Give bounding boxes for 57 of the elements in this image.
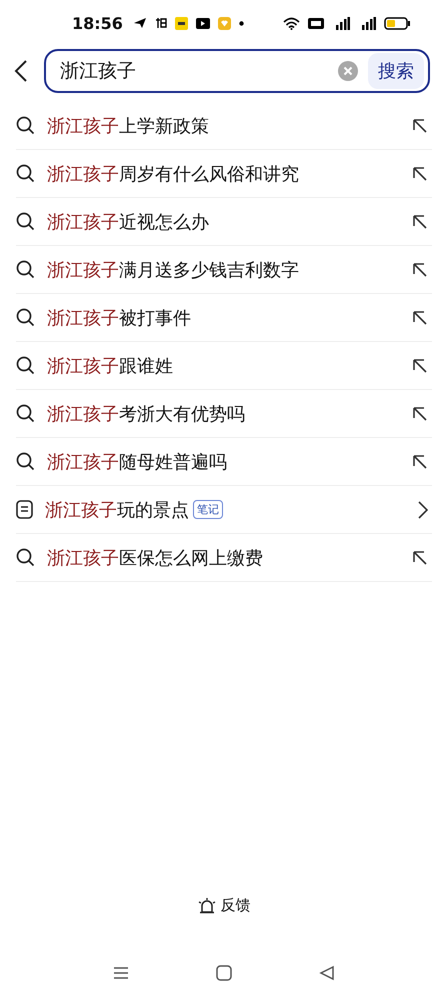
- suggestion-item[interactable]: 浙江孩子周岁有什么风俗和讲究: [16, 150, 432, 198]
- send-icon: [132, 17, 147, 29]
- search-icon: [16, 356, 35, 375]
- search-icon: [16, 308, 35, 327]
- feedback-icon[interactable]: [198, 896, 216, 914]
- status-time: 18:56: [72, 14, 123, 32]
- search-icon: [16, 116, 35, 135]
- suggestion-item[interactable]: 浙江孩子医保怎么网上缴费: [16, 534, 432, 582]
- suggestion-item[interactable]: 浙江孩子近视怎么办: [16, 198, 432, 246]
- dot-icon: [238, 20, 244, 26]
- suggestion-item[interactable]: 浙江孩子满月送多少钱吉利数字: [16, 246, 432, 294]
- fill-in-arrow-icon[interactable]: [412, 214, 428, 230]
- suggestion-text: 浙江孩子满月送多少钱吉利数字: [47, 258, 299, 282]
- suggestion-item[interactable]: 浙江孩子上学新政策: [16, 102, 432, 150]
- fill-in-arrow-icon[interactable]: [412, 310, 428, 326]
- suggestion-text: 浙江孩子跟谁姓: [47, 354, 173, 378]
- suggestion-item[interactable]: 浙江孩子被打事件: [16, 294, 432, 342]
- fill-in-arrow-icon[interactable]: [412, 166, 428, 182]
- note-icon: [16, 500, 33, 519]
- search-icon: [16, 164, 35, 183]
- wifi-icon: [283, 16, 300, 30]
- fill-in-arrow-icon[interactable]: [412, 454, 428, 470]
- battery-icon: [384, 16, 410, 30]
- suggestion-item[interactable]: 浙江孩子玩的景点 笔记: [16, 486, 432, 534]
- suggestion-text: 浙江孩子上学新政策: [47, 114, 209, 138]
- search-icon: [16, 260, 35, 279]
- suggestion-text: 浙江孩子周岁有什么风俗和讲究: [47, 162, 299, 186]
- back-icon[interactable]: [14, 60, 28, 82]
- fill-in-arrow-icon[interactable]: [412, 358, 428, 374]
- app-icon: [154, 17, 167, 29]
- search-icon: [16, 212, 35, 231]
- app-icon: [174, 16, 188, 30]
- fill-in-arrow-icon[interactable]: [412, 118, 428, 134]
- search-icon: [16, 452, 35, 471]
- fill-in-arrow-icon[interactable]: [412, 550, 428, 566]
- search-icon: [16, 404, 35, 423]
- suggestion-text: 浙江孩子近视怎么办: [47, 210, 209, 234]
- search-field[interactable]: 浙江孩子 搜索: [44, 49, 430, 93]
- menu-icon[interactable]: [113, 966, 130, 980]
- suggestion-text: 浙江孩子医保怎么网上缴费: [47, 546, 263, 570]
- back-triangle-icon[interactable]: [318, 965, 335, 981]
- suggestion-item[interactable]: 浙江孩子考浙大有优势吗: [16, 390, 432, 438]
- chevron-right-icon[interactable]: [418, 500, 428, 518]
- suggestion-text: 浙江孩子玩的景点: [45, 498, 189, 522]
- feedback-link[interactable]: 反馈: [220, 896, 250, 914]
- video-icon: [196, 18, 210, 28]
- fill-in-arrow-icon[interactable]: [412, 406, 428, 422]
- suggestion-text: 浙江孩子考浙大有优势吗: [47, 402, 245, 426]
- home-icon[interactable]: [216, 965, 232, 981]
- fill-in-arrow-icon[interactable]: [412, 262, 428, 278]
- suggestion-text: 浙江孩子随母姓普遍吗: [47, 450, 227, 474]
- suggestion-item[interactable]: 浙江孩子随母姓普遍吗: [16, 438, 432, 486]
- note-tag: 笔记: [193, 500, 223, 519]
- search-button[interactable]: 搜索: [368, 53, 424, 89]
- suggestion-text: 浙江孩子被打事件: [47, 306, 191, 330]
- search-icon: [16, 548, 35, 567]
- suggestion-item[interactable]: 浙江孩子跟谁姓: [16, 342, 432, 390]
